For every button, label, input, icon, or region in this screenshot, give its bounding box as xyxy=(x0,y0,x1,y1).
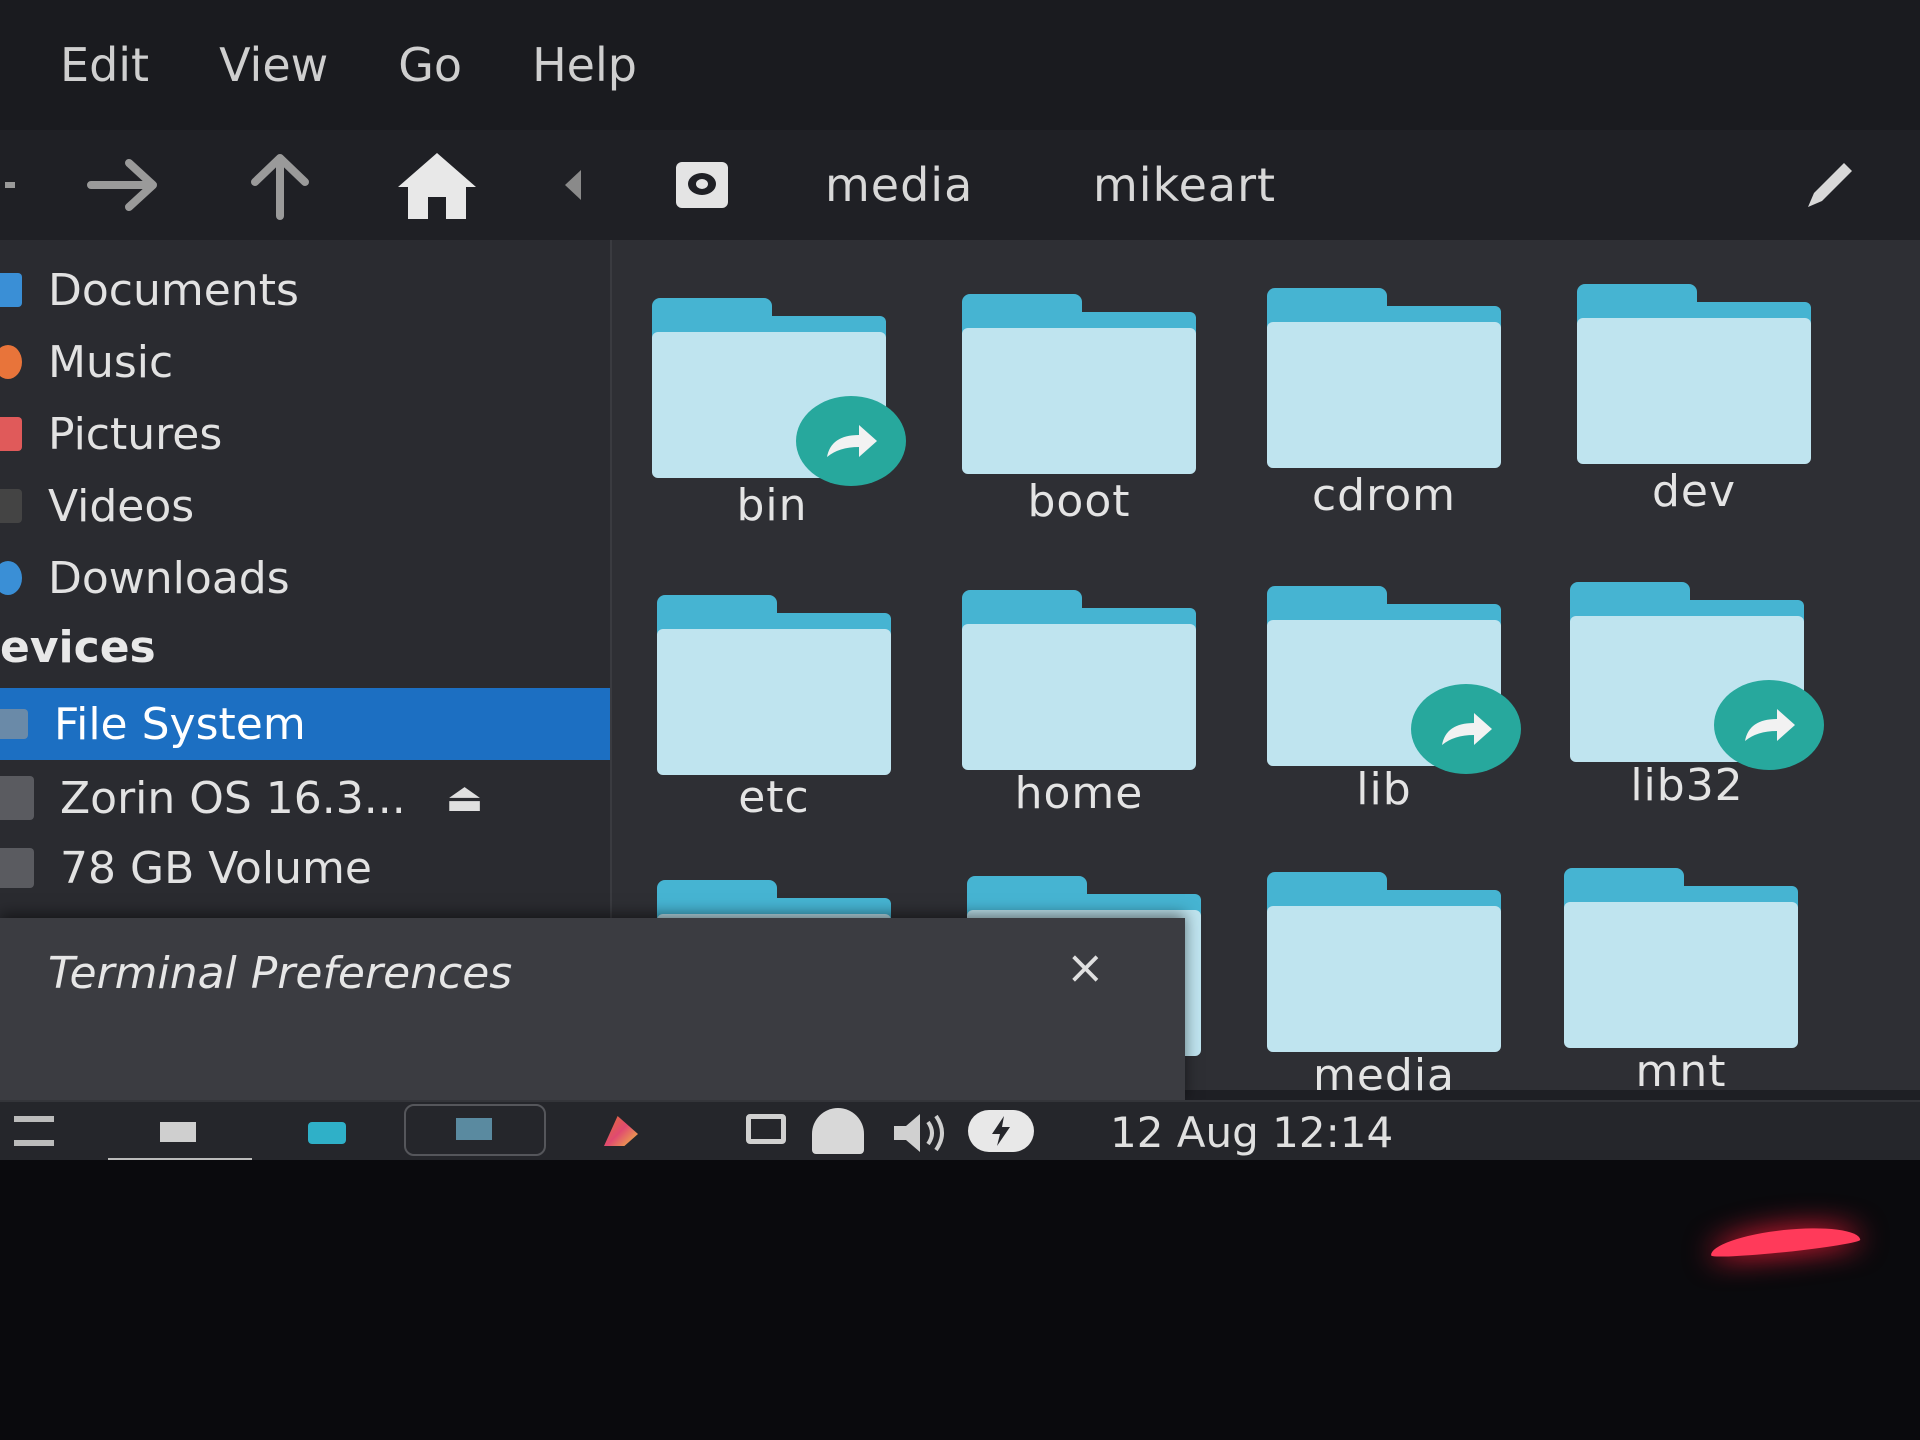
folder-lib[interactable] xyxy=(1267,586,1521,786)
up-arrow-icon[interactable] xyxy=(240,130,320,240)
menu-view[interactable]: View xyxy=(219,38,328,92)
sidebar-item-downloads[interactable]: Downloads xyxy=(0,544,610,612)
symlink-icon xyxy=(796,396,906,486)
folder-label: cdrom xyxy=(1311,470,1457,521)
documents-icon xyxy=(0,273,22,307)
sidebar-item-music[interactable]: Music xyxy=(0,328,610,396)
menu-go[interactable]: Go xyxy=(398,38,462,92)
folder-home[interactable] xyxy=(962,590,1202,790)
menu-help[interactable]: Help xyxy=(532,38,637,92)
music-icon xyxy=(0,345,22,379)
display-icon[interactable] xyxy=(746,1114,786,1144)
symlink-icon xyxy=(1714,680,1824,770)
breadcrumb-media[interactable]: media xyxy=(825,130,973,240)
sidebar-item-label: 78 GB Volume xyxy=(60,842,372,894)
symlink-icon xyxy=(1411,684,1521,774)
folder-label: boot xyxy=(1027,476,1131,527)
folder-boot[interactable] xyxy=(962,294,1202,494)
folder-bin[interactable] xyxy=(652,298,906,498)
screen: Edit View Go Help media mikeart Document… xyxy=(0,0,1920,1160)
dialog-title: Terminal Preferences xyxy=(48,948,513,999)
sidebar-item-label: Videos xyxy=(48,480,195,532)
folder-label: media xyxy=(1312,1050,1456,1101)
sidebar-item-78gb-volume[interactable]: 78 GB Volume xyxy=(0,834,610,902)
usb-drive-icon xyxy=(0,776,34,820)
volume-icon[interactable] xyxy=(892,1110,952,1156)
folder-label: bin xyxy=(736,480,808,531)
folder-label: home xyxy=(1014,768,1144,819)
sidebar: Documents Music Pictures Videos Download… xyxy=(0,240,612,930)
folder-etc[interactable] xyxy=(657,595,897,795)
taskbar: 12 Aug 12:14 xyxy=(0,1100,1920,1160)
pictures-icon xyxy=(0,417,22,451)
eject-icon[interactable]: ⏏ xyxy=(446,775,484,821)
taskbar-app-paint-icon[interactable] xyxy=(604,1116,638,1146)
sidebar-item-documents[interactable]: Documents xyxy=(0,256,610,324)
sidebar-item-file-system[interactable]: File System xyxy=(0,688,610,760)
downloads-icon xyxy=(0,561,22,595)
folder-label: lib32 xyxy=(1630,760,1744,811)
taskbar-app-terminal[interactable] xyxy=(404,1104,546,1156)
clock[interactable]: 12 Aug 12:14 xyxy=(1110,1102,1393,1160)
breadcrumb-mikeart[interactable]: mikeart xyxy=(1093,130,1276,240)
terminal-preferences-dialog: Terminal Preferences × xyxy=(0,918,1185,1103)
sidebar-item-pictures[interactable]: Pictures xyxy=(0,400,610,468)
sidebar-item-label: Pictures xyxy=(48,408,223,460)
sidebar-item-label: File System xyxy=(54,698,306,750)
videos-icon xyxy=(0,489,22,523)
power-icon[interactable] xyxy=(968,1110,1034,1152)
sidebar-item-label: Music xyxy=(48,336,174,388)
sidebar-item-zorin-os[interactable]: Zorin OS 16.3... ⏏ xyxy=(0,764,610,832)
left-chevron-icon[interactable] xyxy=(558,130,588,240)
sidebar-item-label: Zorin OS 16.3... xyxy=(60,772,406,824)
close-icon[interactable]: × xyxy=(1066,940,1105,994)
back-icon[interactable] xyxy=(0,130,20,240)
folder-label: lib xyxy=(1356,764,1412,815)
pencil-icon[interactable] xyxy=(1790,130,1870,240)
forward-arrow-icon[interactable] xyxy=(80,130,170,240)
toolbar: media mikeart xyxy=(0,130,1920,240)
home-icon[interactable] xyxy=(392,130,482,240)
folder-label: mnt xyxy=(1635,1046,1727,1097)
folder-label: etc xyxy=(738,772,810,823)
folder-cdrom[interactable] xyxy=(1267,288,1507,488)
sidebar-item-videos[interactable]: Videos xyxy=(0,472,610,540)
drive-icon[interactable] xyxy=(672,130,732,240)
zorin-menu-icon[interactable] xyxy=(14,1116,54,1146)
user-icon[interactable] xyxy=(812,1108,864,1154)
taskbar-app-files[interactable] xyxy=(108,1108,252,1160)
monitor-power-light xyxy=(1709,1222,1861,1260)
drive-icon xyxy=(0,709,28,739)
folder-dev[interactable] xyxy=(1577,284,1817,484)
folder-label: dev xyxy=(1651,466,1737,517)
sidebar-item-label: Documents xyxy=(48,264,299,316)
devices-header: evices xyxy=(0,622,156,673)
menu-bar: Edit View Go Help xyxy=(0,0,1920,130)
taskbar-app-icon[interactable] xyxy=(308,1122,346,1144)
folder-media[interactable] xyxy=(1267,872,1507,1072)
menu-edit[interactable]: Edit xyxy=(60,38,149,92)
sidebar-item-label: Downloads xyxy=(48,552,290,604)
folder-lib32[interactable] xyxy=(1570,582,1824,782)
folder-mnt[interactable] xyxy=(1564,868,1804,1068)
drive-icon xyxy=(0,848,34,888)
